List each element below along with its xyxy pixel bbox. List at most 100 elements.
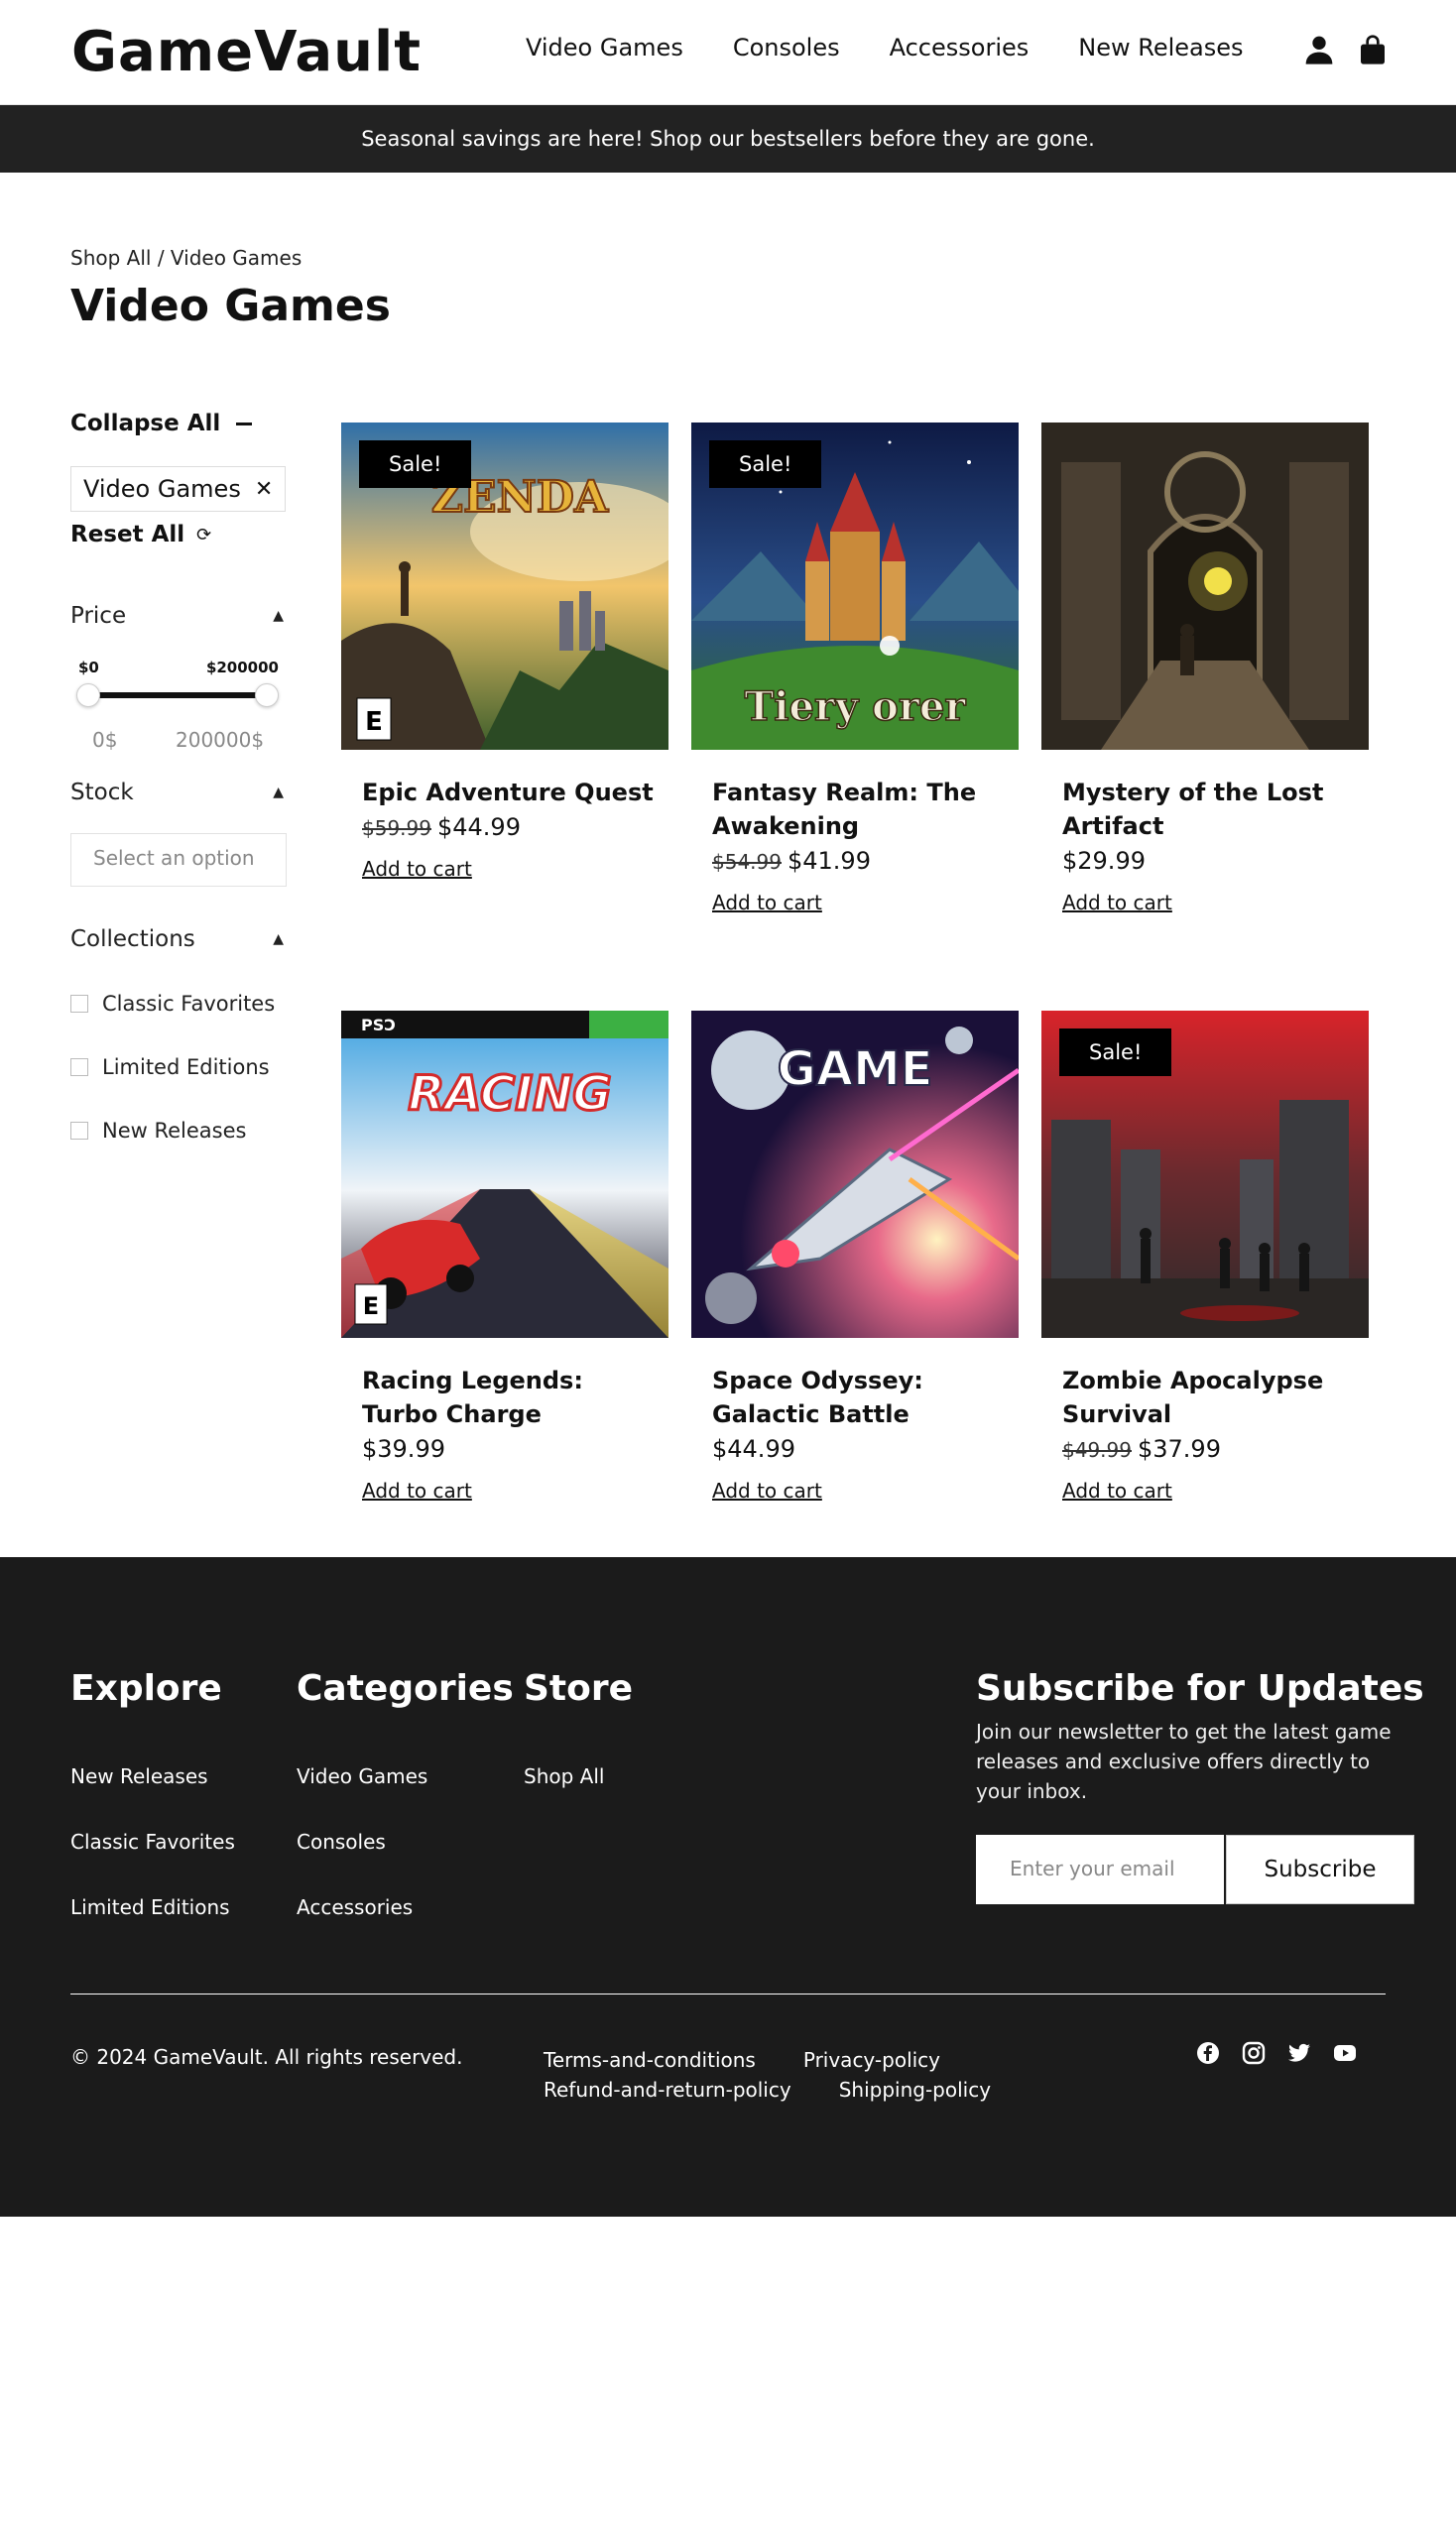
footer-link[interactable]: Video Games <box>297 1764 514 1788</box>
nav-video-games[interactable]: Video Games <box>526 34 683 61</box>
price-max-value: 200000$ <box>176 728 265 752</box>
close-icon[interactable]: ✕ <box>255 477 273 502</box>
legal-links: Terms-and-conditions Privacy-policy Refun… <box>544 2045 1099 2105</box>
product-image[interactable]: PSƆ RACING E <box>341 1011 668 1338</box>
price-range-slider: $0 $200000 0$ 200000$ <box>70 659 279 752</box>
space-odyssey-art: GAME <box>691 1011 1019 1338</box>
nav-consoles[interactable]: Consoles <box>733 34 840 61</box>
reset-all-label: Reset All <box>70 522 185 547</box>
facebook-icon[interactable] <box>1196 2041 1220 2065</box>
art-title-text: GAME <box>777 1041 932 1097</box>
product-title[interactable]: Fantasy Realm: The Awakening <box>712 776 1010 843</box>
nav-new-releases[interactable]: New Releases <box>1078 34 1243 61</box>
footer-link[interactable]: Limited Editions <box>70 1895 235 1919</box>
price-filter-toggle[interactable]: Price ▲ <box>70 603 284 629</box>
cart-icon[interactable] <box>1357 34 1389 65</box>
slider-track[interactable] <box>88 692 267 698</box>
product-price-value: $39.99 <box>362 1435 445 1463</box>
instagram-icon[interactable] <box>1242 2041 1266 2065</box>
add-to-cart-button[interactable]: Add to cart <box>362 1479 472 1503</box>
price-filter: Price ▲ $0 $200000 0$ 200000$ <box>70 603 289 752</box>
site-header: GameVault Video Games Consoles Accessori… <box>0 0 1456 105</box>
collapse-all-button[interactable]: Collapse All <box>70 411 289 436</box>
sale-badge: Sale! <box>1059 1028 1172 1076</box>
product-image[interactable]: GAME <box>691 1011 1019 1338</box>
twitter-icon[interactable] <box>1287 2041 1311 2065</box>
add-to-cart-button[interactable]: Add to cart <box>362 857 472 881</box>
sale-badge: Sale! <box>359 440 472 488</box>
footer-link[interactable]: Accessories <box>297 1895 514 1919</box>
product-title[interactable]: Space Odyssey: Galactic Battle <box>712 1364 1010 1431</box>
account-icon[interactable] <box>1303 34 1335 65</box>
footer-heading: Categories <box>297 1668 514 1709</box>
page-title: Video Games <box>70 281 391 331</box>
breadcrumb[interactable]: Shop All / Video Games <box>70 246 302 270</box>
footer-link[interactable]: Shop All <box>524 1764 633 1788</box>
product-card: ZENDA E Sale! Epic Adventure Quest $59.9… <box>341 423 668 881</box>
collection-option-limited-editions[interactable]: Limited Editions <box>70 1055 289 1079</box>
reset-all-button[interactable]: Reset All ⟳ <box>70 522 289 547</box>
product-title[interactable]: Mystery of the Lost Artifact <box>1062 776 1360 843</box>
footer-link[interactable]: New Releases <box>70 1764 235 1788</box>
product-image[interactable]: ZENDA E Sale! <box>341 423 668 750</box>
price-min-label: $0 <box>78 659 99 676</box>
product-title[interactable]: Zombie Apocalypse Survival <box>1062 1364 1360 1431</box>
add-to-cart-button[interactable]: Add to cart <box>1062 1479 1172 1503</box>
price-min-value: 0$ <box>92 728 118 752</box>
product-image[interactable]: Tiery orer Sale! <box>691 423 1019 750</box>
collections-filter-title: Collections <box>70 926 195 952</box>
newsletter-text: Join our newsletter to get the latest ga… <box>976 1720 1392 1803</box>
checkbox[interactable] <box>70 995 88 1013</box>
nav-accessories[interactable]: Accessories <box>890 34 1030 61</box>
product-price: $39.99 <box>362 1435 668 1463</box>
collections-filter: Collections ▲ Classic Favorites Limited … <box>70 926 289 1143</box>
footer-link[interactable]: Classic Favorites <box>70 1830 235 1854</box>
product-price-value: $44.99 <box>712 1435 795 1463</box>
collection-option-new-releases[interactable]: New Releases <box>70 1119 289 1143</box>
youtube-icon[interactable] <box>1333 2041 1357 2065</box>
footer-explore: Explore New Releases Classic Favorites L… <box>70 1668 235 1919</box>
add-to-cart-button[interactable]: Add to cart <box>712 891 822 914</box>
checkbox[interactable] <box>70 1122 88 1140</box>
legal-link[interactable]: Privacy-policy <box>803 2048 940 2072</box>
footer-link[interactable]: Consoles <box>297 1830 514 1854</box>
slider-max-handle[interactable] <box>255 683 279 707</box>
newsletter-title: Subscribe for Updates <box>976 1668 1424 1709</box>
collections-filter-toggle[interactable]: Collections ▲ <box>70 926 284 952</box>
original-price: $49.99 <box>1062 1438 1132 1462</box>
legal-link[interactable]: Refund-and-return-policy <box>544 2078 791 2102</box>
product-card: PSƆ RACING E Racing Legends: Turbo Charg… <box>341 1011 668 1503</box>
product-title[interactable]: Epic Adventure Quest <box>362 776 660 809</box>
email-input[interactable]: Enter your email <box>976 1835 1224 1904</box>
add-to-cart-button[interactable]: Add to cart <box>1062 891 1172 914</box>
active-filter-chip[interactable]: Video Games ✕ <box>70 466 287 512</box>
footer-heading: Explore <box>70 1668 222 1709</box>
announcement-bar: Seasonal savings are here! Shop our best… <box>0 105 1456 173</box>
footer-store: Store Shop All <box>524 1668 633 1788</box>
stock-filter-title: Stock <box>70 780 134 805</box>
stock-select[interactable]: Select an option <box>70 833 287 887</box>
sale-price: $37.99 <box>1137 1435 1221 1463</box>
legal-link[interactable]: Terms-and-conditions <box>544 2048 756 2072</box>
slider-min-handle[interactable] <box>76 683 100 707</box>
checkbox[interactable] <box>70 1058 88 1076</box>
collection-option-classic-favorites[interactable]: Classic Favorites <box>70 992 289 1016</box>
product-title[interactable]: Racing Legends: Turbo Charge <box>362 1364 660 1431</box>
legal-link[interactable]: Shipping-policy <box>839 2078 991 2102</box>
chevron-up-icon: ▲ <box>273 785 284 800</box>
product-price: $29.99 <box>1062 847 1369 875</box>
footer-categories: Categories Video Games Consoles Accessor… <box>297 1668 514 1919</box>
stock-filter-toggle[interactable]: Stock ▲ <box>70 780 284 805</box>
product-image[interactable] <box>1041 423 1369 750</box>
subscribe-button[interactable]: Subscribe <box>1226 1835 1414 1904</box>
sale-price: $41.99 <box>787 847 871 875</box>
logo[interactable]: GameVault <box>71 20 422 84</box>
product-card: Tiery orer Sale! Fantasy Realm: The Awak… <box>691 423 1019 914</box>
refresh-icon: ⟳ <box>196 524 212 545</box>
add-to-cart-button[interactable]: Add to cart <box>712 1479 822 1503</box>
checkbox-label: Classic Favorites <box>102 992 276 1016</box>
chevron-up-icon: ▲ <box>273 608 284 624</box>
svg-text:PSƆ: PSƆ <box>361 1016 396 1034</box>
product-price: $49.99 $37.99 <box>1062 1435 1369 1463</box>
product-image[interactable]: Sale! <box>1041 1011 1369 1338</box>
